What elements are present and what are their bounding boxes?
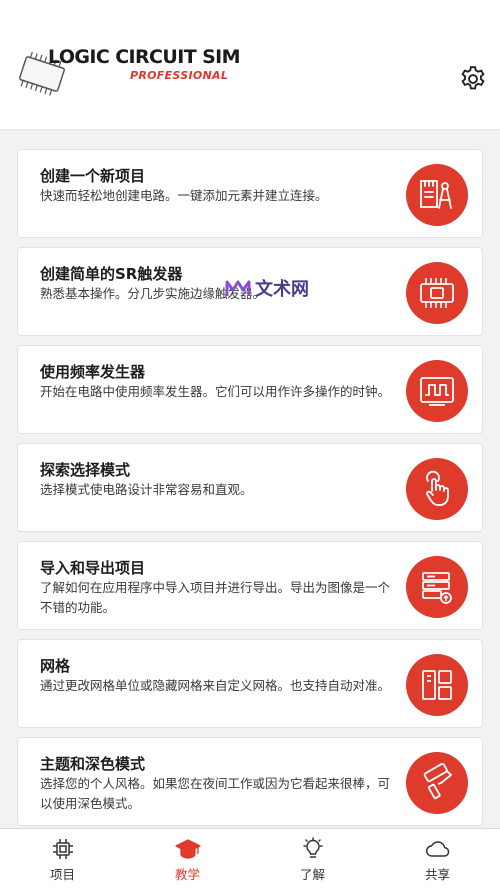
grid-layout-icon: [406, 654, 468, 716]
tutorial-card-theme-dark-mode[interactable]: 主题和深色模式 选择您的个人风格。如果您在夜间工作或因为它看起来很棒，可以使用深…: [17, 737, 483, 826]
graduation-cap-icon: [174, 839, 201, 859]
tutorial-card-selection-mode[interactable]: 探索选择模式 选择模式使电路设计非常容易和直观。: [17, 443, 483, 532]
card-title: 主题和深色模式: [40, 755, 146, 773]
oscilloscope-icon: [406, 360, 468, 422]
watermark-logo-icon: [225, 280, 251, 296]
watermark: 文术网: [225, 275, 309, 301]
app-subtitle: PROFESSIONAL: [130, 69, 229, 82]
tutorial-card-new-project[interactable]: 创建一个新项目 快速而轻松地创建电路。一键添加元素并建立连接。: [17, 149, 483, 238]
nav-item-projects[interactable]: 项目: [0, 829, 125, 889]
paint-roller-icon: [406, 752, 468, 814]
chip-icon: [406, 262, 468, 324]
nav-item-tutorials[interactable]: 教学: [125, 829, 250, 889]
tutorial-card-import-export[interactable]: 导入和导出项目 了解如何在应用程序中导入项目并进行导出。导出为图像是一个不错的功…: [17, 541, 483, 630]
card-description: 选择模式使电路设计非常容易和直观。: [40, 482, 253, 497]
card-title: 创建一个新项目: [40, 167, 146, 185]
card-description: 选择您的个人风格。如果您在夜间工作或因为它看起来很棒，可以使用深色模式。: [40, 776, 391, 811]
card-description: 开始在电路中使用频率发生器。它们可以用作许多操作的时钟。: [40, 384, 391, 399]
card-title: 导入和导出项目: [40, 559, 146, 577]
card-description: 通过更改网格单位或隐藏网格来自定义网格。也支持自动对准。: [40, 678, 391, 693]
card-title: 创建简单的SR触发器: [40, 265, 183, 283]
server-upload-icon: [406, 556, 468, 618]
nav-item-learn[interactable]: 了解: [250, 829, 375, 889]
app-title: LOGIC CIRCUIT SIM: [48, 46, 241, 68]
tutorial-list: 创建一个新项目 快速而轻松地创建电路。一键添加元素并建立连接。 创建简单的SR触…: [17, 149, 483, 835]
nav-item-share[interactable]: 共享: [375, 829, 500, 889]
card-title: 探索选择模式: [40, 461, 131, 479]
drafting-tools-icon: [406, 164, 468, 226]
card-description: 熟悉基本操作。分几步实施边缘触发器。: [40, 286, 266, 301]
gear-icon: [461, 66, 485, 90]
bottom-nav: 项目 教学 了解 共享: [0, 828, 500, 889]
card-title: 使用频率发生器: [40, 363, 146, 381]
tutorial-card-frequency-generator[interactable]: 使用频率发生器 开始在电路中使用频率发生器。它们可以用作许多操作的时钟。: [17, 345, 483, 434]
watermark-text: 文术网: [255, 279, 309, 300]
tutorial-card-grid[interactable]: 网格 通过更改网格单位或隐藏网格来自定义网格。也支持自动对准。: [17, 639, 483, 728]
card-title: 网格: [40, 657, 71, 675]
chip-icon: [52, 839, 73, 859]
nav-label: 项目: [49, 867, 75, 882]
cloud-icon: [425, 841, 449, 857]
app-header: LOGIC CIRCUIT SIM PROFESSIONAL: [0, 0, 500, 130]
nav-label: 共享: [424, 867, 450, 882]
card-description: 快速而轻松地创建电路。一键添加元素并建立连接。: [40, 188, 328, 203]
card-description: 了解如何在应用程序中导入项目并进行导出。导出为图像是一个不错的功能。: [40, 580, 391, 615]
settings-button[interactable]: [456, 62, 490, 96]
nav-label: 教学: [174, 867, 200, 882]
nav-label: 了解: [299, 867, 325, 882]
tap-hand-icon: [406, 458, 468, 520]
lightbulb-icon: [302, 837, 323, 858]
